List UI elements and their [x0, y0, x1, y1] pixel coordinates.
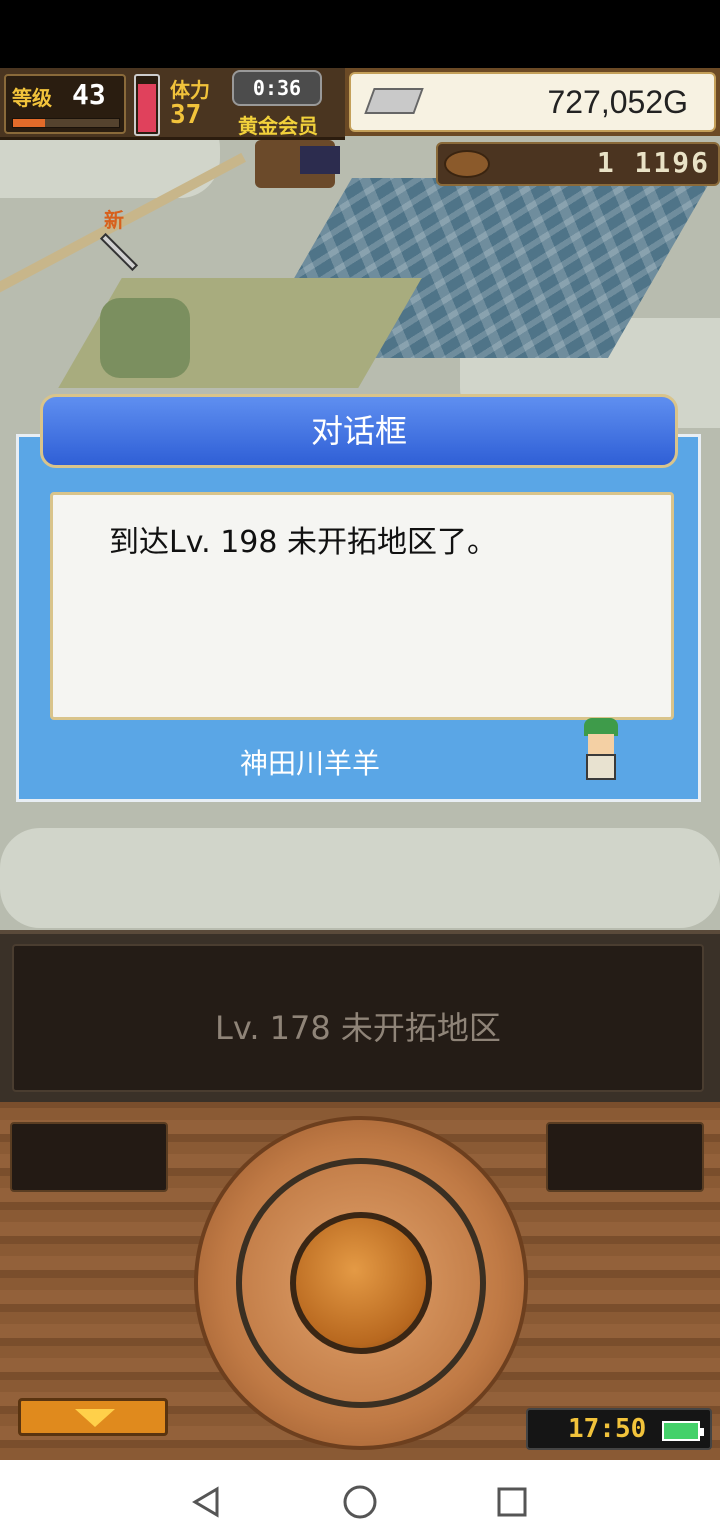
new-marker: 新 [104, 208, 124, 232]
stamina-gauge [134, 74, 160, 136]
chevron-down-icon [75, 1409, 115, 1427]
location-panel: Lv. 178 未开拓地区 [0, 930, 720, 1102]
level-label: 等级 [12, 86, 52, 110]
back-button[interactable] [186, 1482, 226, 1522]
status-bar [0, 0, 720, 68]
clock-box: 17:50 [526, 1408, 712, 1450]
map-forest [100, 298, 190, 378]
level-value: 43 [72, 78, 106, 111]
battery-icon [662, 1421, 704, 1441]
dialog-header: 对话框 [40, 394, 678, 468]
membership-badge[interactable]: 黄金会员 [238, 110, 318, 139]
recent-apps-icon [497, 1487, 527, 1517]
right-slot-button[interactable] [546, 1122, 704, 1192]
stamina-timer: 0:36 [232, 70, 322, 106]
speaker-name: 神田川羊羊 [240, 747, 381, 780]
gold-amount: 727,052G [547, 84, 688, 120]
stamina-label: 体力 [170, 78, 210, 102]
back-icon [192, 1486, 219, 1518]
clock-text: 17:50 [568, 1414, 647, 1444]
system-nav-bar [0, 1460, 720, 1540]
stamina-gauge-fill [138, 83, 156, 132]
dialog-message: 到达Lv. 198 未开拓地区了。 [109, 525, 498, 560]
resource-panel[interactable]: 1 1196 [436, 142, 720, 186]
stamina-value: 37 [170, 100, 202, 130]
level-progress-bar [12, 118, 120, 128]
home-icon [343, 1485, 377, 1519]
battle-sword-icon[interactable] [99, 232, 139, 272]
dpad-control[interactable] [194, 1116, 528, 1450]
home-button[interactable] [340, 1482, 380, 1522]
dialog-message-box[interactable]: 到达Lv. 198 未开拓地区了。 [50, 492, 674, 720]
recent-apps-button[interactable] [492, 1482, 532, 1522]
airship-sail [300, 146, 340, 174]
speaker-avatar [578, 716, 624, 782]
resource-count: 1 1196 [596, 146, 710, 179]
level-box: 等级 43 [4, 74, 126, 134]
avatar-body [586, 754, 616, 780]
location-label: Lv. 178 未开拓地区 [215, 1009, 501, 1047]
left-slot-button[interactable] [10, 1122, 168, 1192]
menu-toggle-button[interactable] [18, 1398, 168, 1436]
avatar-face [588, 734, 614, 754]
location-inner: Lv. 178 未开拓地区 [12, 944, 704, 1092]
gold-panel[interactable]: 727,052G [345, 68, 720, 136]
cloud [0, 828, 720, 928]
gold-inner: 727,052G [349, 72, 716, 132]
silver-ingot-icon [364, 88, 424, 114]
coin-bag-icon [444, 150, 490, 178]
level-progress-fill [13, 119, 45, 127]
controller-panel: 17:50 [0, 1102, 720, 1460]
dialog-title: 对话框 [310, 412, 407, 450]
player-hud: 等级 43 体力 37 0:36 黄金会员 [0, 68, 345, 140]
dpad-center-button[interactable] [290, 1212, 432, 1354]
